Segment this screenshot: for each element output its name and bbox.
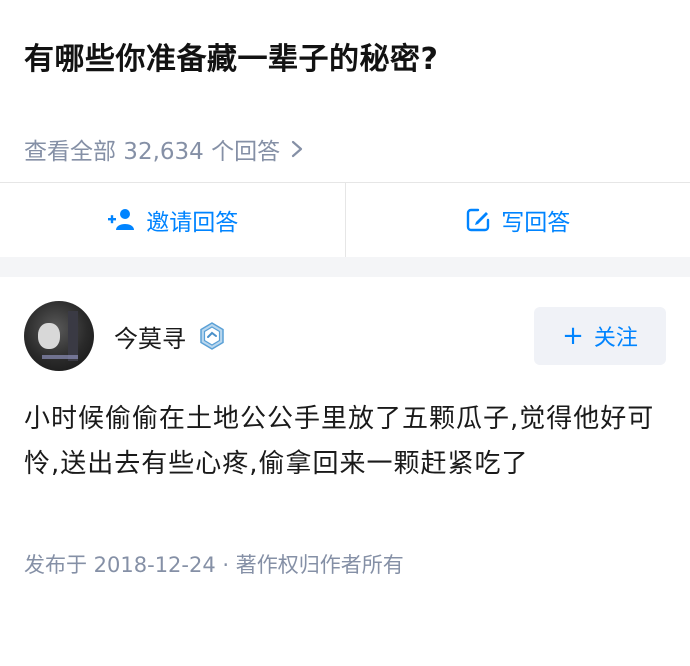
follow-label: 关注: [593, 326, 638, 351]
avatar[interactable]: [24, 301, 94, 371]
invite-answer-button[interactable]: 邀请回答: [0, 183, 345, 257]
question-title[interactable]: 有哪些你准备藏一辈子的秘密?: [24, 38, 666, 82]
answer-meta: 发布于 2018-12-24 · 著作权归作者所有: [24, 553, 404, 577]
verified-badge-icon: [200, 322, 224, 350]
question-action-bar: 邀请回答 写回答: [0, 182, 690, 257]
write-answer-button[interactable]: 写回答: [344, 183, 690, 257]
chevron-right-icon: [292, 140, 303, 158]
author-name[interactable]: 今莫寻: [114, 319, 186, 354]
view-all-answers-link[interactable]: 查看全部 32,634 个回答: [0, 116, 690, 182]
plus-icon: +: [562, 321, 584, 351]
question-page: 有哪些你准备藏一辈子的秘密? 查看全部 32,634 个回答 邀请回答 写回答: [0, 0, 690, 666]
question-header: 有哪些你准备藏一辈子的秘密?: [0, 0, 690, 116]
section-divider: [0, 257, 690, 277]
follow-button[interactable]: + 关注: [534, 307, 666, 365]
add-user-icon: [108, 209, 135, 230]
author-row: 今莫寻 + 关注: [24, 293, 666, 379]
invite-answer-label: 邀请回答: [146, 210, 239, 236]
answer-content[interactable]: 小时候偷偷在土地公公手里放了五颗瓜子,觉得他好可怜,送出去有些心疼,偷拿回来一颗…: [24, 397, 664, 487]
write-answer-label: 写回答: [501, 210, 571, 236]
answer-card: 今莫寻 + 关注 小时候偷偷在土地公公手里放了五颗瓜子,觉得他好可怜,送出去有些…: [0, 277, 690, 579]
view-all-label: 查看全部 32,634 个回答: [24, 139, 281, 165]
edit-icon: [467, 208, 490, 232]
